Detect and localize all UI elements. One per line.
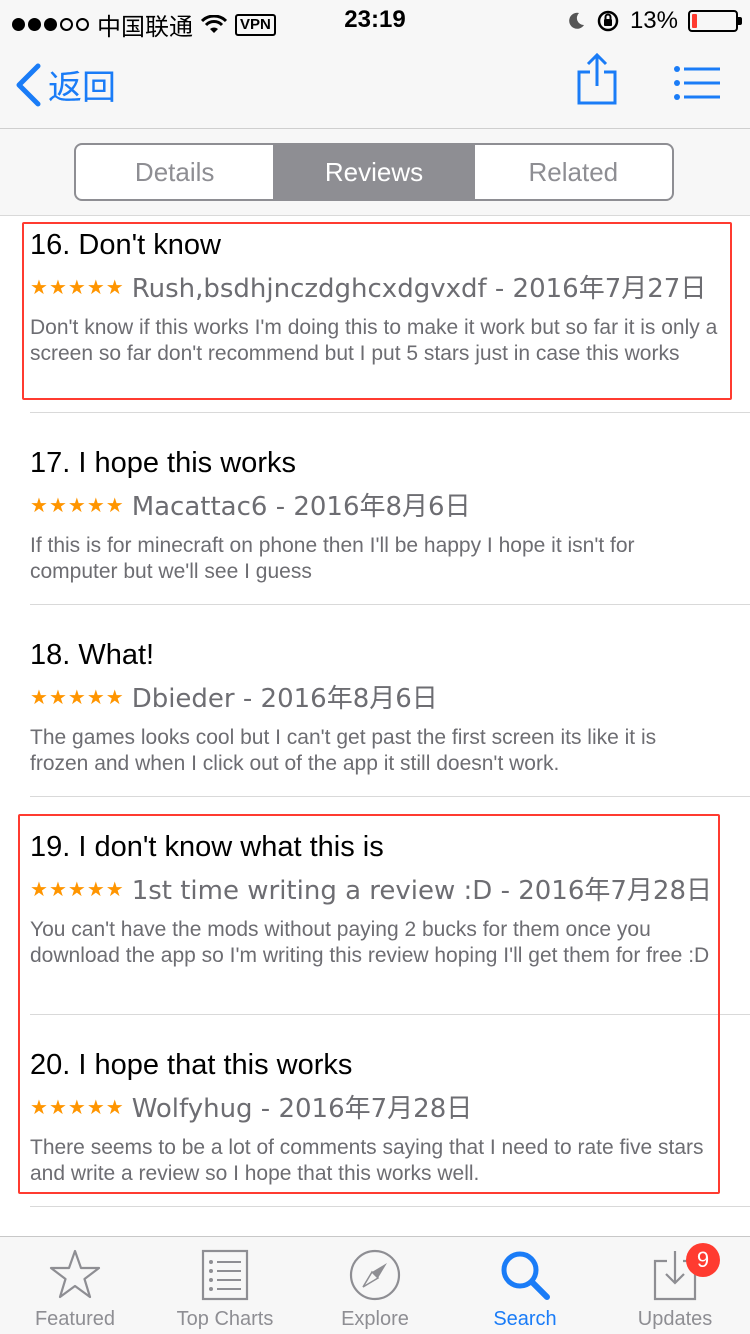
tab-label: Search bbox=[493, 1308, 557, 1330]
updates-badge: 9 bbox=[686, 1243, 720, 1277]
star-icon: ★ bbox=[67, 1094, 86, 1119]
reviews-list[interactable]: 16. Don't know ★ ★ ★ ★ ★ Rush,bsdhjnczdghcxd… bbox=[0, 216, 750, 1236]
search-icon bbox=[501, 1251, 550, 1300]
tab-explore[interactable]: Explore bbox=[300, 1237, 450, 1334]
tab-label: Updates bbox=[637, 1308, 713, 1330]
battery-percent: 13% bbox=[629, 7, 678, 34]
star-icon: ★ bbox=[67, 492, 86, 517]
star-icon: ★ bbox=[48, 876, 67, 901]
star-icon: ★ bbox=[86, 274, 105, 299]
star-icon: ★ bbox=[30, 1094, 48, 1119]
navigation-bar: 返回 bbox=[0, 40, 750, 128]
rotation-lock-icon bbox=[597, 10, 619, 32]
star-icon: ★ bbox=[48, 274, 67, 299]
status-right: 13% bbox=[566, 7, 742, 35]
star-icon: ★ bbox=[86, 684, 105, 709]
divider bbox=[30, 796, 750, 797]
tab-label: Explore bbox=[341, 1308, 409, 1330]
review-author-date: 1st time writing a review :D - 2016年7月28… bbox=[131, 876, 713, 906]
review-item: 19. I don't know what this is ★ ★ ★ ★ ★ 1st … bbox=[30, 830, 720, 969]
review-author-date: Rush,bsdhjnczdghcxdgvxdf - 2016年7月27日 bbox=[131, 274, 707, 304]
divider bbox=[30, 412, 750, 413]
star-icon: ★ bbox=[86, 876, 105, 901]
top-charts-icon bbox=[201, 1249, 249, 1301]
review-title: 16. Don't know bbox=[30, 229, 221, 261]
battery-icon bbox=[688, 10, 742, 32]
divider bbox=[30, 1206, 750, 1207]
divider bbox=[30, 1014, 750, 1015]
star-icon: ★ bbox=[48, 684, 67, 709]
tab-reviews[interactable]: Reviews bbox=[273, 145, 473, 199]
star-icon: ★ bbox=[105, 684, 124, 709]
star-rating: ★ ★ ★ ★ ★ bbox=[30, 275, 124, 299]
star-rating: ★ ★ ★ ★ ★ bbox=[30, 685, 124, 709]
star-icon: ★ bbox=[105, 274, 124, 299]
tab-details[interactable]: Details bbox=[76, 145, 273, 199]
review-body: There seems to be a lot of comments sayi… bbox=[30, 1136, 704, 1185]
back-button[interactable]: 返回 bbox=[14, 60, 116, 109]
battery-level bbox=[692, 14, 697, 28]
review-author-date: Macattac6 - 2016年8月6日 bbox=[131, 492, 471, 522]
star-icon: ★ bbox=[30, 684, 48, 709]
star-icon: ★ bbox=[105, 492, 124, 517]
star-icon: ★ bbox=[105, 1094, 124, 1119]
star-rating: ★ ★ ★ ★ ★ bbox=[30, 1095, 124, 1119]
review-meta: ★ ★ ★ ★ ★ Rush,bsdhjnczdghcxdgvxdf - 2016年7月… bbox=[30, 268, 720, 305]
tab-search[interactable]: Search bbox=[450, 1237, 600, 1334]
tab-bar: Featured Top Charts Explore Search 9 Upd… bbox=[0, 1236, 750, 1334]
star-icon: ★ bbox=[30, 274, 48, 299]
review-body: The games looks cool but I can't get pas… bbox=[30, 726, 657, 775]
review-item: 17. I hope this works ★ ★ ★ ★ ★ Macattac6 - … bbox=[30, 446, 720, 585]
review-meta: ★ ★ ★ ★ ★ Wolfyhug - 2016年7月28日 bbox=[30, 1088, 720, 1125]
star-icon: ★ bbox=[86, 492, 105, 517]
tab-updates[interactable]: 9 Updates bbox=[600, 1237, 750, 1334]
review-author-date: Wolfyhug - 2016年7月28日 bbox=[131, 1094, 473, 1124]
tab-related[interactable]: Related bbox=[472, 145, 672, 199]
review-meta: ★ ★ ★ ★ ★ 1st time writing a review :D - 201… bbox=[30, 870, 720, 907]
review-author-date: Dbieder - 2016年8月6日 bbox=[131, 684, 438, 714]
star-icon: ★ bbox=[86, 1094, 105, 1119]
tab-featured[interactable]: Featured bbox=[0, 1237, 150, 1334]
review-item: 16. Don't know ★ ★ ★ ★ ★ Rush,bsdhjnczdghcxd… bbox=[30, 228, 720, 367]
segment-bar: Details Reviews Related bbox=[0, 128, 750, 216]
review-body: If this is for minecraft on phone then I… bbox=[30, 534, 635, 583]
review-body: Don't know if this works I'm doing this … bbox=[30, 316, 718, 365]
tab-top-charts[interactable]: Top Charts bbox=[150, 1237, 300, 1334]
review-title: 18. What! bbox=[30, 639, 155, 671]
star-icon: ★ bbox=[48, 1094, 67, 1119]
divider bbox=[30, 604, 750, 605]
star-icon: ★ bbox=[30, 492, 48, 517]
tab-label: Featured bbox=[34, 1308, 116, 1330]
review-body: You can't have the mods without paying 2… bbox=[30, 918, 710, 967]
segmented-control: Details Reviews Related bbox=[74, 143, 674, 201]
review-meta: ★ ★ ★ ★ ★ Dbieder - 2016年8月6日 bbox=[30, 678, 720, 715]
star-rating: ★ ★ ★ ★ ★ bbox=[30, 877, 124, 901]
star-icon bbox=[49, 1249, 101, 1299]
star-icon: ★ bbox=[67, 876, 86, 901]
review-title: 17. I hope this works bbox=[30, 447, 296, 479]
list-icon[interactable] bbox=[674, 66, 720, 100]
review-item: 18. What! ★ ★ ★ ★ ★ Dbieder - 2016年8月6日 The … bbox=[30, 638, 720, 777]
back-label: 返回 bbox=[48, 68, 116, 108]
review-item: 20. I hope that this works ★ ★ ★ ★ ★ Wolfyhu… bbox=[30, 1048, 720, 1187]
share-icon[interactable] bbox=[576, 52, 618, 106]
star-rating: ★ ★ ★ ★ ★ bbox=[30, 493, 124, 517]
star-icon: ★ bbox=[67, 684, 86, 709]
tab-label: Top Charts bbox=[176, 1308, 274, 1330]
status-bar: 中国联通 VPN 23:19 13% bbox=[0, 0, 750, 41]
review-meta: ★ ★ ★ ★ ★ Macattac6 - 2016年8月6日 bbox=[30, 486, 720, 523]
star-icon: ★ bbox=[30, 876, 48, 901]
compass-icon bbox=[349, 1249, 401, 1301]
star-icon: ★ bbox=[105, 876, 124, 901]
chevron-left-icon bbox=[16, 63, 41, 106]
review-title: 20. I hope that this works bbox=[30, 1049, 353, 1081]
moon-icon bbox=[569, 12, 584, 29]
review-title: 19. I don't know what this is bbox=[30, 831, 384, 863]
star-icon: ★ bbox=[48, 492, 67, 517]
star-icon: ★ bbox=[67, 274, 86, 299]
